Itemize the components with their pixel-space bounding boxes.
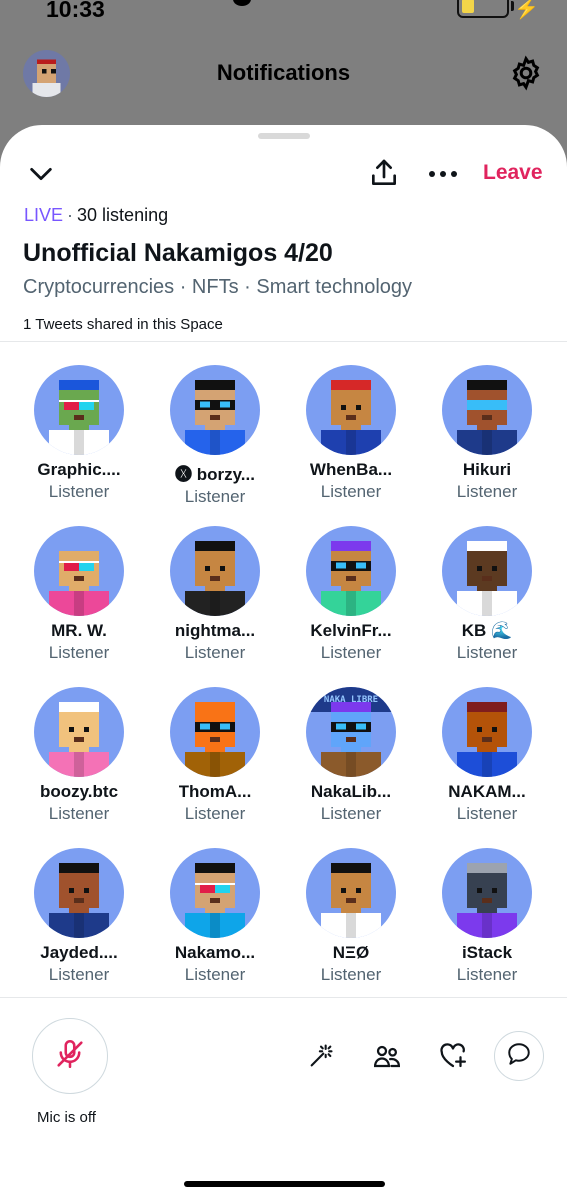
participant-role: Listener	[184, 965, 246, 984]
participant[interactable]: nightma... Listener	[147, 526, 283, 687]
participant-avatar: NAKA LIBRE	[306, 687, 396, 777]
avatar-badge-text: NAKA LIBRE	[323, 695, 379, 705]
participant-name: boozy.btc	[39, 782, 119, 801]
gear-icon[interactable]	[508, 55, 544, 91]
participant-avatar	[34, 848, 124, 938]
people-icon[interactable]	[368, 1037, 406, 1075]
participant-avatar	[34, 365, 124, 455]
status-time: 10:33	[46, 0, 105, 22]
participant-role: Listener	[48, 643, 110, 662]
participant[interactable]: 🅧 borzy... Listener	[147, 365, 283, 526]
participant-name: Jayded....	[40, 943, 118, 962]
participant[interactable]: Jayded.... Listener	[11, 848, 147, 1009]
space-title: Unofficial Nakamigos 4/20	[23, 239, 333, 267]
separator: ·	[67, 205, 74, 225]
participant-name: 🅧 borzy...	[175, 465, 255, 484]
chevron-down-icon[interactable]	[24, 157, 58, 191]
participant-avatar	[442, 848, 532, 938]
participant[interactable]: Graphic.... Listener	[11, 365, 147, 526]
participant-avatar	[170, 365, 260, 455]
participant-name: NΞØ	[332, 943, 370, 962]
participant-role: Listener	[320, 804, 382, 823]
participant[interactable]: NAKA LIBRE NakaLib... Listener	[283, 687, 419, 848]
battery-icon	[457, 0, 514, 18]
participant-name: iStack	[461, 943, 513, 962]
participant[interactable]: WhenBa... Listener	[283, 365, 419, 526]
participant-role: Listener	[48, 482, 110, 501]
divider	[0, 997, 567, 998]
sheet-toolbar: Leave	[0, 155, 567, 195]
participant-name: NakaLib...	[310, 782, 392, 801]
participant-role: Listener	[456, 965, 518, 984]
participant-avatar	[170, 526, 260, 616]
participants-grid: Graphic.... Listener 🅧 borzy... Listener Whe…	[11, 365, 556, 1009]
mic-button[interactable]	[32, 1018, 108, 1094]
divider	[0, 341, 567, 342]
chat-bubble-icon	[506, 1041, 532, 1072]
participant-role: Listener	[48, 804, 110, 823]
space-sheet: Leave LIVE · 30 listening Unofficial Nakam…	[0, 125, 567, 1200]
page-title: Notifications	[216, 60, 351, 85]
participant[interactable]: Nakamo... Listener	[147, 848, 283, 1009]
more-icon[interactable]	[424, 157, 462, 191]
participant-role: Listener	[184, 643, 246, 662]
live-label: LIVE	[24, 205, 64, 225]
listening-count: 30 listening	[77, 205, 169, 225]
participant-role: Listener	[320, 482, 382, 501]
participant-name: Graphic....	[37, 460, 121, 479]
participant[interactable]: KB 🌊 Listener	[419, 526, 555, 687]
participant-name: Nakamo...	[174, 943, 256, 962]
home-indicator	[184, 1181, 385, 1187]
mic-off-icon	[53, 1037, 87, 1076]
participant-role: Listener	[320, 643, 382, 662]
camera-notch	[233, 0, 251, 6]
participant-role: Listener	[456, 482, 518, 501]
status-bar: 10:33 ⚡	[0, 0, 567, 30]
participant-name: nightma...	[174, 621, 256, 640]
participant-avatar	[442, 365, 532, 455]
participant-role: Listener	[48, 965, 110, 984]
leave-button[interactable]: Leave	[483, 161, 543, 185]
participant[interactable]: Hikuri Listener	[419, 365, 555, 526]
participant-avatar	[306, 848, 396, 938]
space-topics: Cryptocurrencies · NFTs · Smart technolo…	[23, 276, 413, 298]
participant-avatar	[34, 526, 124, 616]
tweets-shared[interactable]: 1 Tweets shared in this Space	[23, 316, 223, 333]
participant-name: KelvinFr...	[310, 621, 392, 640]
participant-role: Listener	[184, 487, 246, 506]
participant-avatar	[306, 365, 396, 455]
participant-name: MR. W.	[51, 621, 107, 640]
participant-role: Listener	[184, 804, 246, 823]
participant-role: Listener	[320, 965, 382, 984]
participant-avatar	[34, 687, 124, 777]
participant[interactable]: MR. W. Listener	[11, 526, 147, 687]
chat-button[interactable]	[494, 1031, 544, 1081]
sheet-grabber[interactable]	[258, 133, 310, 139]
participant-name: Hikuri	[462, 460, 512, 479]
participant-avatar	[170, 687, 260, 777]
participant-role: Listener	[456, 804, 518, 823]
heart-plus-icon[interactable]	[434, 1037, 472, 1075]
participant-name: KB 🌊	[461, 621, 513, 640]
participant[interactable]: NΞØ Listener	[283, 848, 419, 1009]
participant[interactable]: boozy.btc Listener	[11, 687, 147, 848]
participant-role: Listener	[456, 643, 518, 662]
participant[interactable]: NAKAM... Listener	[419, 687, 555, 848]
magic-wand-icon[interactable]	[302, 1037, 340, 1075]
notifications-header: Notifications	[0, 40, 567, 110]
participant-avatar	[170, 848, 260, 938]
mic-label: Mic is off	[37, 1109, 96, 1126]
participant[interactable]: ThomA... Listener	[147, 687, 283, 848]
participant-avatar	[306, 526, 396, 616]
share-icon[interactable]	[366, 155, 402, 191]
participant-name: WhenBa...	[309, 460, 393, 479]
participant-name: ThomA...	[178, 782, 252, 801]
participant-name: NAKAM...	[448, 782, 526, 801]
participant[interactable]: KelvinFr... Listener	[283, 526, 419, 687]
participant-avatar	[442, 526, 532, 616]
participant-avatar	[442, 687, 532, 777]
space-status: LIVE · 30 listening	[24, 205, 168, 226]
participant[interactable]: iStack Listener	[419, 848, 555, 1009]
charging-icon: ⚡	[514, 0, 539, 20]
